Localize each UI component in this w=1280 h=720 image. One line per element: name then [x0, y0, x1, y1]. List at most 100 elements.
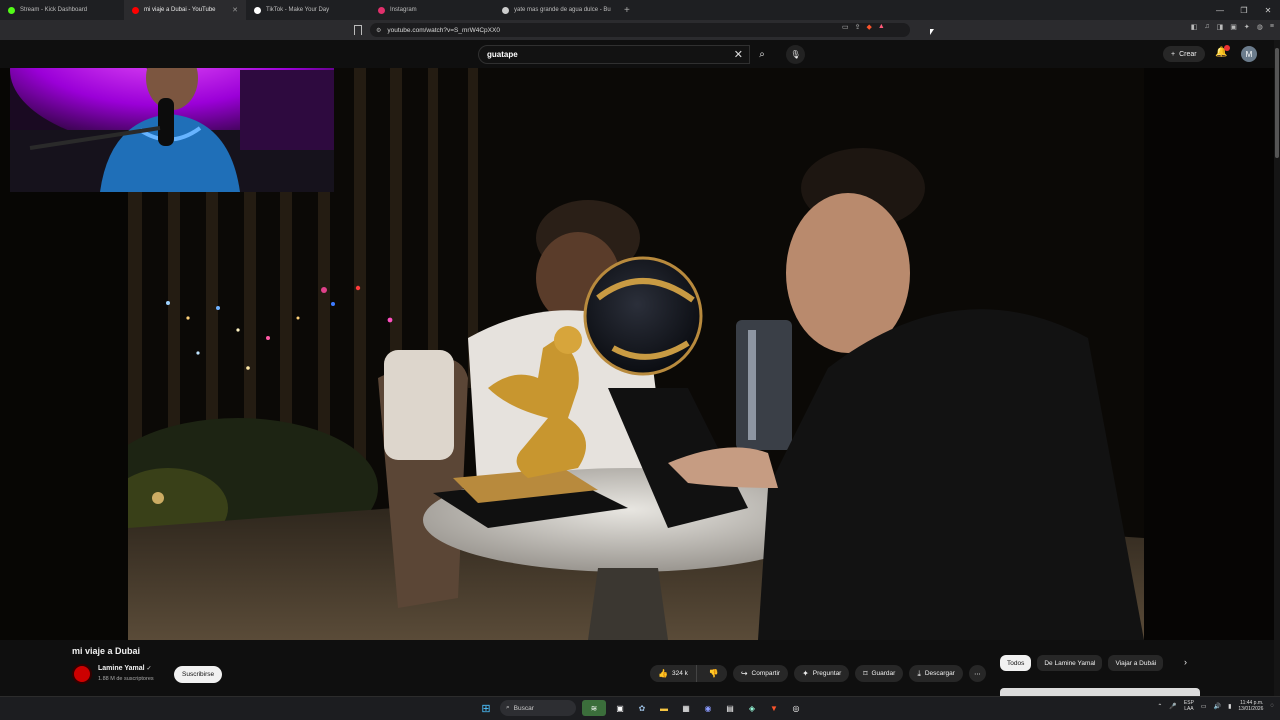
- vpn-icon[interactable]: ◍: [1257, 23, 1263, 31]
- new-tab-button[interactable]: +: [616, 5, 638, 16]
- player-right-area: [1144, 68, 1274, 640]
- download-button[interactable]: ⤓ Descargar: [909, 665, 963, 682]
- rewards-icon[interactable]: ▲: [878, 23, 885, 31]
- taskbar-apps: ⊞ ⌕ Buscar ≋ ▣ ✿ ▬ ▦ ◉ ▤ ◈ ▼ ◎: [478, 700, 804, 716]
- windows-start-icon[interactable]: ⊞: [478, 700, 494, 716]
- browser-toolbar: ⚙ youtube.com/watch?v=S_mrW4CpXX0 ▭ ⇪ ◆ …: [0, 20, 1280, 40]
- copilot-icon[interactable]: ✿: [634, 700, 650, 716]
- address-bar[interactable]: ⚙ youtube.com/watch?v=S_mrW4CpXX0: [370, 23, 910, 37]
- site-info-icon[interactable]: ⚙: [376, 27, 381, 34]
- recommended-video-thumbnail[interactable]: [1000, 688, 1200, 696]
- ask-button[interactable]: ✦ Preguntar: [794, 665, 850, 682]
- tab-tiktok[interactable]: TikTok - Make Your Day: [246, 0, 370, 20]
- search-icon: ⌕: [759, 49, 765, 60]
- bookmark-icon[interactable]: [354, 25, 362, 35]
- thumbs-down-icon: 👎: [708, 669, 719, 678]
- tab-instagram[interactable]: Instagram: [370, 0, 494, 20]
- address-bar-actions: ▭ ⇪ ◆ ▲: [842, 23, 885, 31]
- thumbs-up-icon: 👍: [658, 669, 668, 678]
- page-scrollbar[interactable]: [1274, 40, 1280, 696]
- channel-name-row[interactable]: Lamine Yamal ✓: [98, 665, 152, 672]
- instagram-icon: [378, 6, 385, 14]
- steam-icon[interactable]: ◈: [744, 700, 760, 716]
- chip-all[interactable]: Todos: [1000, 655, 1032, 671]
- share-button[interactable]: ↪ Compartir: [732, 665, 789, 682]
- browser-tab-strip: Stream - Kick Dashboard mi viaje a Dubai…: [0, 0, 1280, 20]
- channel-name[interactable]: Lamine Yamal: [98, 665, 145, 672]
- search-button[interactable]: ⌕: [750, 45, 774, 64]
- recommendation-chips: Todos De Lamine Yamal Viajar a Dubái: [1000, 655, 1164, 671]
- download-label: Descargar: [924, 670, 955, 677]
- tray-overflow-icon[interactable]: ⌃: [1157, 703, 1162, 710]
- brave-shields-icon[interactable]: ◆: [867, 23, 872, 31]
- save-button[interactable]: ⌑ Guardar: [855, 665, 904, 682]
- obs-icon[interactable]: ◎: [788, 700, 804, 716]
- epic-games-icon[interactable]: ▤: [722, 700, 738, 716]
- verified-icon: ✓: [146, 666, 152, 672]
- clear-search-icon[interactable]: ✕: [734, 48, 743, 61]
- wallet-icon[interactable]: ▣: [1230, 23, 1237, 31]
- more-actions-button[interactable]: ⋯: [968, 665, 986, 682]
- chip-travel-dubai[interactable]: Viajar a Dubái: [1108, 655, 1164, 671]
- tray-mic-icon[interactable]: 🎤: [1169, 703, 1176, 710]
- widgets-icon[interactable]: ≋: [582, 700, 606, 716]
- search-input[interactable]: guatape ✕: [478, 45, 750, 64]
- install-icon[interactable]: ▭: [842, 23, 849, 31]
- extensions-icon[interactable]: ✦: [1244, 23, 1250, 31]
- like-count: 324 k: [671, 670, 688, 677]
- music-icon[interactable]: ♫: [1204, 23, 1209, 31]
- notifications-tray-icon[interactable]: ◌: [1270, 703, 1274, 709]
- language-bottom: LAA: [1184, 706, 1194, 712]
- screen: Stream - Kick Dashboard mi viaje a Dubai…: [0, 0, 1280, 720]
- language-indicator[interactable]: ESP LAA: [1184, 700, 1194, 712]
- ask-label: Preguntar: [812, 670, 842, 677]
- discord-icon[interactable]: ◉: [700, 700, 716, 716]
- extensions-bar: ◧ ♫ ◨ ▣ ✦ ◍ ≡: [1191, 23, 1274, 31]
- network-icon[interactable]: ▭: [1201, 703, 1207, 710]
- tiktok-icon: [254, 6, 261, 14]
- brave-browser-icon[interactable]: ▼: [766, 700, 782, 716]
- maximize-icon[interactable]: ❐: [1232, 0, 1256, 20]
- tab-yacht[interactable]: yate mas grande de agua dulce - Bu: [494, 0, 616, 20]
- file-explorer-icon[interactable]: ▬: [656, 700, 672, 716]
- battery-icon[interactable]: ▮: [1228, 703, 1231, 710]
- clock[interactable]: 11:44 p.m. 13/01/2026: [1238, 700, 1263, 712]
- youtube-icon: [132, 6, 139, 14]
- store-icon[interactable]: ▦: [678, 700, 694, 716]
- channel-avatar[interactable]: [72, 664, 92, 684]
- menu-icon[interactable]: ≡: [1270, 23, 1274, 31]
- share-icon[interactable]: ⇪: [855, 23, 861, 31]
- dislike-button[interactable]: 👎: [700, 665, 727, 682]
- video-title: mi viaje a Dubai: [72, 646, 141, 656]
- taskbar-search[interactable]: ⌕ Buscar: [500, 700, 576, 716]
- search-icon: ⌕: [506, 704, 510, 711]
- tab-label: yate mas grande de agua dulce - Bu: [514, 7, 611, 13]
- close-window-icon[interactable]: ✕: [1256, 0, 1280, 20]
- task-view-icon[interactable]: ▣: [612, 700, 628, 716]
- youtube-header: guatape ✕ ⌕ 🎙 + Crear 🔔 M: [0, 40, 1280, 68]
- mouse-cursor: [930, 29, 934, 35]
- subscribe-button[interactable]: Suscribirse: [174, 666, 223, 683]
- volume-icon[interactable]: 🔊: [1214, 703, 1221, 710]
- tab-youtube[interactable]: mi viaje a Dubai - YouTube ✕: [124, 0, 246, 20]
- minimize-icon[interactable]: —: [1208, 0, 1232, 20]
- sidebar-icon[interactable]: ◧: [1191, 23, 1198, 31]
- scrollbar-thumb[interactable]: [1275, 48, 1279, 158]
- close-tab-icon[interactable]: ✕: [226, 6, 238, 14]
- microphone-icon: 🎙: [790, 50, 801, 59]
- like-dislike-group: 👍 324 k 👎: [650, 665, 727, 682]
- voice-search-button[interactable]: 🎙: [786, 45, 805, 64]
- notifications-button[interactable]: 🔔: [1215, 45, 1231, 58]
- system-tray: ⌃ 🎤 ESP LAA ▭ 🔊 ▮ 11:44 p.m. 13/01/2026 …: [1157, 700, 1274, 712]
- chevron-right-icon[interactable]: ›: [1184, 657, 1187, 667]
- create-button[interactable]: + Crear: [1163, 46, 1205, 62]
- tab-search-icon[interactable]: ◨: [1217, 23, 1224, 31]
- account-avatar[interactable]: M: [1241, 46, 1257, 62]
- bookmark-save-icon: ⌑: [863, 669, 868, 678]
- tab-kick[interactable]: Stream - Kick Dashboard: [0, 0, 124, 20]
- tab-label: Stream - Kick Dashboard: [20, 7, 88, 13]
- tab-label: Instagram: [390, 7, 417, 13]
- chip-from-channel[interactable]: De Lamine Yamal: [1037, 655, 1103, 671]
- like-button[interactable]: 👍 324 k: [650, 665, 697, 682]
- download-icon: ⤓: [917, 668, 921, 678]
